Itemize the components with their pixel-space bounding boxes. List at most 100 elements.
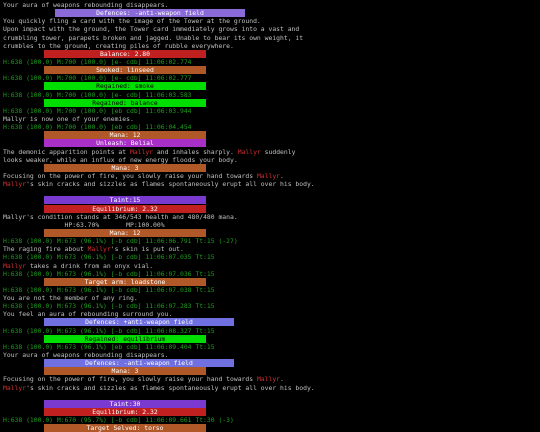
message-text: crumbles to the ground, creating piles o…	[3, 41, 234, 50]
prompt-text: H:638 (100.0) M:700 (100.0) [eb cdb] 11:…	[3, 106, 192, 115]
message-text: looks weaker, while an influx of new ene…	[3, 155, 238, 164]
message-text: Focusing on the power of fire, you slowl…	[3, 375, 257, 384]
player-name: Mallyr	[3, 180, 27, 189]
status-bar-line: Mana: 12	[3, 228, 537, 237]
text-line: Focusing on the power of fire, you slowl…	[3, 172, 537, 180]
text-line: You are not the member of any ring.	[3, 294, 537, 302]
prompt-text: H:638 (100.0) M:673 (96.1%) [eb cdb] 11:…	[3, 342, 215, 351]
status-bar-line: Unleash: Belial	[3, 139, 537, 148]
status-bar: Equilibrium: 2.32	[44, 408, 206, 417]
status-bar: Regained: equilibrium	[44, 334, 206, 343]
text-line: The raging fire about Mallyr's skin is p…	[3, 245, 537, 253]
status-bar: Smoked: linseed	[44, 66, 206, 75]
status-bar-line: Taint:15	[3, 196, 537, 205]
prompt-line: H:638 (100.0) M:670 (95.7%) [-b cdb] 11:…	[3, 416, 537, 424]
status-bar: Defences: -anti-weapon field	[55, 9, 245, 18]
message-text: Your aura of weapons rebounding disappea…	[3, 351, 169, 360]
player-name: Mallyr	[3, 261, 27, 270]
prompt-line: H:638 (100.0) M:700 (100.0) [e- cdb] 11:…	[3, 74, 537, 82]
text-line: Mallyr takes a drink from an onyx vial.	[3, 262, 537, 270]
message-text: HP:63.70% MP:100.00%	[3, 220, 165, 229]
message-text: 's skin cracks and sizzles as flames spo…	[26, 180, 315, 189]
status-bar-line: Defences: -anti-weapon field	[3, 359, 537, 368]
status-bar: Target arm: loadstone	[44, 277, 206, 286]
status-bar-line: Smoked: linseed	[3, 66, 537, 75]
prompt-line: H:638 (100.0) M:700 (100.0) [e- cdb] 11:…	[3, 58, 537, 66]
prompt-text: H:638 (100.0) M:673 (96.1%) [-b cdb] 11:…	[3, 302, 215, 311]
prompt-line: H:638 (100.0) M:700 (100.0) [e- cdb] 11:…	[3, 91, 537, 99]
status-bar: Taint:15	[44, 196, 206, 205]
prompt-line: H:638 (100.0) M:673 (96.1%) [-b cdb] 11:…	[3, 253, 537, 261]
message-text: and inhales sharply.	[153, 147, 238, 156]
status-bar: Target Selved: torso	[44, 424, 206, 432]
prompt-line: H:638 (100.0) M:673 (96.1%) [-b cdb] 11:…	[3, 302, 537, 310]
status-bar-line: Equilibrium: 2.32	[3, 204, 537, 213]
text-line: Mallyr is now one of your enemies.	[3, 115, 537, 123]
message-text: The demonic apparition points at	[3, 147, 130, 156]
status-bar: Defences: -anti-weapon field	[44, 359, 234, 368]
prompt-text: H:638 (100.0) M:670 (95.7%) [-b cdb] 11:…	[3, 416, 234, 425]
player-name: Mallyr	[129, 147, 154, 156]
text-line: looks weaker, while an influx of new ene…	[3, 156, 537, 164]
text-line: Your aura of weapons rebounding disappea…	[3, 351, 537, 359]
player-name: Mallyr	[256, 171, 281, 180]
status-bar-line: Regained: smoke	[3, 82, 537, 91]
text-line: Mallyr's skin cracks and sizzles as flam…	[3, 180, 537, 188]
status-bar-line: Target arm: loadstone	[3, 277, 537, 286]
text-line: Focusing on the power of fire, you slowl…	[3, 375, 537, 383]
message-text: You quickly fling a card with the image …	[3, 17, 261, 26]
prompt-text: H:638 (100.0) M:700 (100.0) [e- cdb] 11:…	[3, 90, 192, 99]
text-line: Upon impact with the ground, the Tower c…	[3, 25, 537, 33]
status-bar-line: Defences: -anti-weapon field	[3, 9, 537, 18]
message-text: Your aura of weapons rebounding disappea…	[3, 1, 169, 9]
status-bar-line: Mana: 3	[3, 163, 537, 172]
mud-output-log: Your aura of weapons rebounding disappea…	[3, 1, 537, 432]
status-bar-line: Balance: 2.80	[3, 49, 537, 58]
message-text: Mallyr is now one of your enemies.	[3, 114, 134, 123]
prompt-line: H:638 (100.0) M:673 (96.1%) [-b cdb] 11:…	[3, 286, 537, 294]
text-line: The demonic apparition points at Mallyr …	[3, 148, 537, 156]
status-bar: Mana: 3	[44, 163, 206, 172]
prompt-line: H:638 (100.0) M:673 (96.1%) [-b cdb] 11:…	[3, 270, 537, 278]
message-text: You are not the member of any ring.	[3, 294, 138, 303]
prompt-text: H:638 (100.0) M:673 (96.1%) [-b cdb] 11:…	[3, 237, 238, 246]
prompt-line: H:638 (100.0) M:673 (96.1%) [eb cdb] 11:…	[3, 343, 537, 351]
status-bar-line: Mana: 12	[3, 131, 537, 140]
status-bar-line: Defences: +anti-weapon field	[3, 318, 537, 327]
message-text: Focusing on the power of fire, you slowl…	[3, 171, 257, 180]
prompt-line: H:638 (100.0) M:700 (100.0) [eb cdb] 11:…	[3, 123, 537, 131]
text-line: Mallyr's condition stands at 346/543 hea…	[3, 213, 537, 221]
prompt-text: H:638 (100.0) M:673 (96.1%) [-b cdb] 11:…	[3, 285, 215, 294]
status-bar: Defences: +anti-weapon field	[44, 318, 234, 327]
prompt-line: H:638 (100.0) M:700 (100.0) [eb cdb] 11:…	[3, 107, 537, 115]
status-bar: Mana: 3	[44, 367, 206, 376]
message-text: .	[280, 375, 284, 384]
player-name: Mallyr	[256, 375, 281, 384]
prompt-text: H:638 (100.0) M:673 (96.1%) [-b cdb] 11:…	[3, 326, 215, 335]
text-line: crumbles to the ground, creating piles o…	[3, 42, 537, 50]
player-name: Mallyr	[3, 383, 27, 392]
message-text: suddenly	[260, 147, 296, 156]
text-line: Mallyr's skin cracks and sizzles as flam…	[3, 384, 537, 392]
message-text: crumbling tower, parapets broken and jag…	[3, 33, 304, 42]
player-name: Mallyr	[237, 147, 261, 156]
text-line: You feel an aura of rebounding surround …	[3, 310, 537, 318]
text-line: HP:63.70% MP:100.00%	[3, 221, 537, 229]
status-bar-line: Target Selved: torso	[3, 424, 537, 432]
status-bar-line: Taint:30	[3, 399, 537, 408]
text-line: You quickly fling a card with the image …	[3, 17, 537, 25]
message-text: .	[280, 171, 284, 180]
text-line: Your aura of weapons rebounding disappea…	[3, 1, 537, 9]
message-text: 's skin cracks and sizzles as flames spo…	[26, 383, 315, 392]
message-text: Mallyr's condition stands at 346/543 hea…	[3, 212, 238, 221]
status-bar-line: Regained: balance	[3, 98, 537, 107]
prompt-text: H:638 (100.0) M:700 (100.0) [e- cdb] 11:…	[3, 74, 192, 83]
prompt-text: H:638 (100.0) M:700 (100.0) [eb cdb] 11:…	[3, 123, 192, 132]
message-text: The raging fire about	[3, 245, 88, 254]
status-bar: Taint:30	[44, 399, 206, 408]
prompt-text: H:638 (100.0) M:673 (96.1%) [-b cdb] 11:…	[3, 253, 215, 262]
status-bar: Mana: 12	[44, 131, 206, 140]
status-bar: Balance: 2.80	[44, 49, 206, 58]
